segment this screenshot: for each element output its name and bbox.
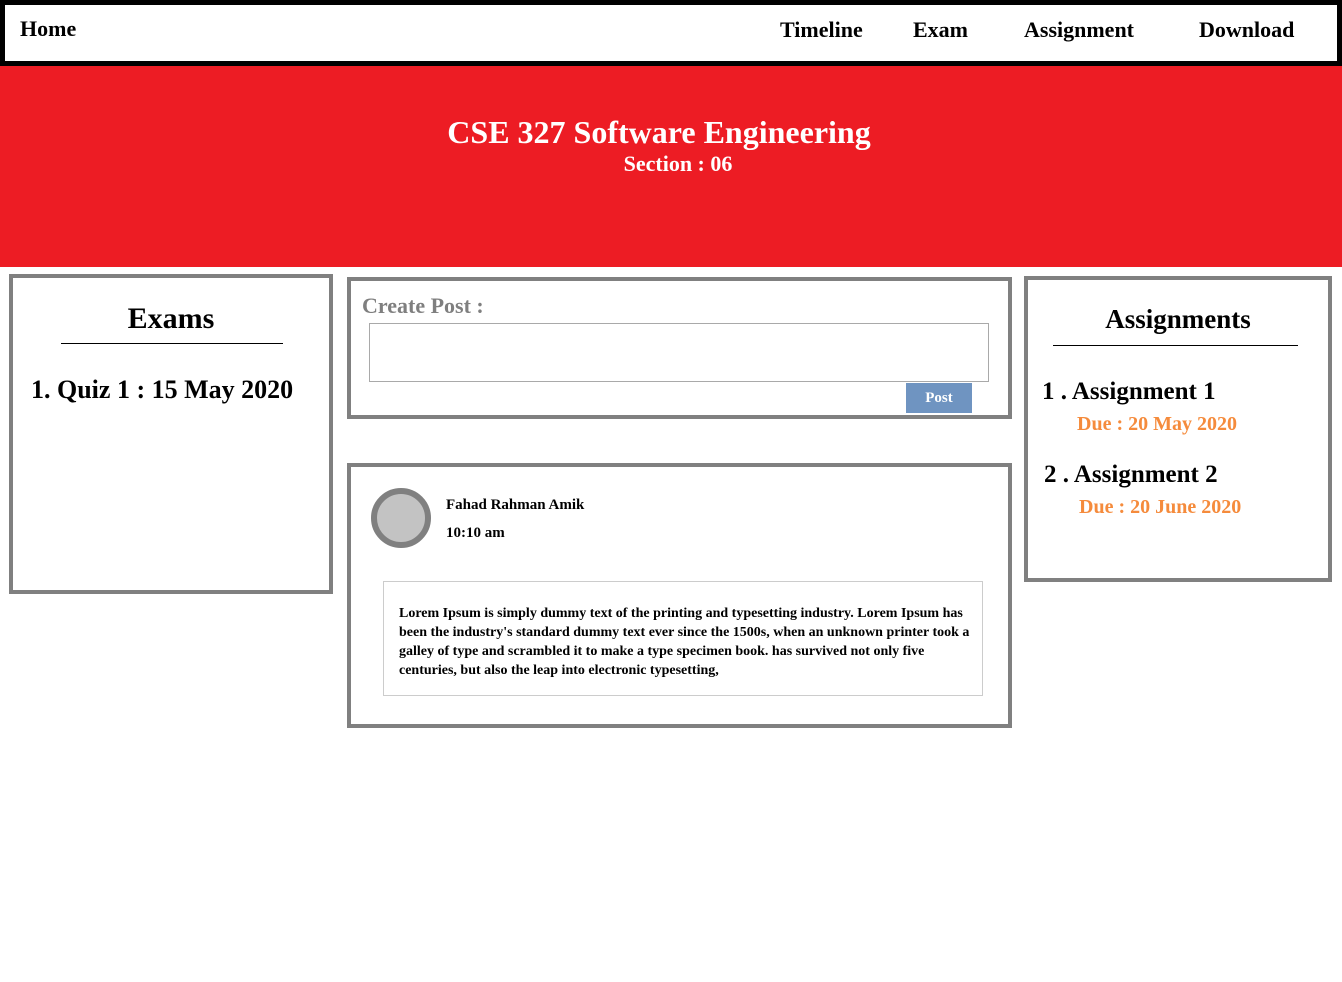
assignments-panel: Assignments 1 . Assignment 1 Due : 20 Ma… [1024,276,1332,582]
course-banner: CSE 327 Software Engineering Section : 0… [0,66,1342,267]
post-input[interactable] [369,323,989,382]
course-section: Section : 06 [623,151,733,176]
post-author: Fahad Rahman Amik [446,497,585,513]
assignments-heading: Assignments [1105,304,1251,334]
assignment-item-name: 1 . Assignment 1 [1042,378,1216,405]
assignment-item-due: Due : 20 June 2020 [1079,496,1242,518]
nav-home-link[interactable]: Home [20,16,76,42]
assignment-item-due: Due : 20 May 2020 [1077,413,1237,435]
exams-heading: Exams [127,302,215,335]
post-card: Fahad Rahman Amik 10:10 am Lorem Ipsum i… [347,463,1012,728]
exams-divider [61,343,283,344]
nav-exam-link[interactable]: Exam [913,17,968,43]
exam-list-item: 1. Quiz 1 : 15 May 2020 [31,375,294,404]
nav-timeline-link[interactable]: Timeline [780,17,863,43]
create-post-panel: Create Post : Post [347,277,1012,419]
avatar-circle-icon [371,488,431,548]
assignment-item-name: 2 . Assignment 2 [1044,461,1218,488]
post-button[interactable]: Post [906,383,972,413]
create-post-label: Create Post : [362,293,484,318]
post-timestamp: 10:10 am [446,525,505,541]
top-navbar: Home Timeline Exam Assignment Download [0,0,1342,66]
post-body: Lorem Ipsum is simply dummy text of the … [383,581,983,696]
nav-assignment-link[interactable]: Assignment [1024,17,1134,43]
exams-panel: Exams 1. Quiz 1 : 15 May 2020 [9,274,333,594]
assignments-divider [1053,345,1298,346]
course-title: CSE 327 Software Engineering [447,114,871,150]
nav-download-link[interactable]: Download [1199,17,1294,43]
